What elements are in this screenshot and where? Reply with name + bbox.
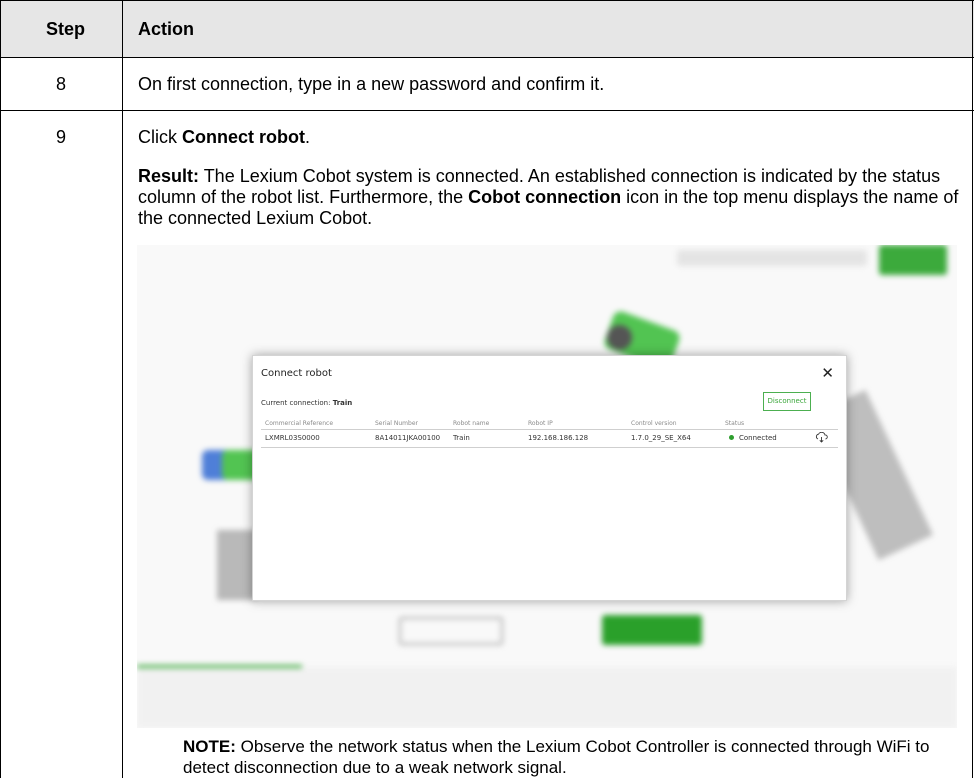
cell-status: Connected [739, 434, 777, 442]
cobot-connection-term: Cobot connection [468, 187, 622, 207]
table-border-right [972, 0, 973, 778]
col-serial-number: Serial Number [375, 420, 418, 427]
header-separator [0, 57, 974, 58]
blurred-active-tab-indicator [137, 665, 302, 668]
col-robot-name: Robot name [453, 420, 490, 427]
note-text: Observe the network status when the Lexi… [183, 737, 930, 777]
current-connection: Current connection: Train [261, 399, 352, 407]
connect-robot-term: Connect robot [182, 127, 305, 147]
col-commercial-reference: Commercial Reference [265, 420, 334, 427]
table-border-top [0, 0, 974, 1]
step-9-instruction: Click Connect robot. [138, 126, 310, 148]
click-prefix: Click [138, 127, 182, 147]
blurred-top-menu [677, 250, 867, 266]
status-dot-icon [729, 435, 734, 440]
cloud-download-icon[interactable] [815, 432, 828, 443]
header-step: Step [46, 19, 86, 39]
blurred-robot-joint [607, 325, 632, 350]
header-action: Action [138, 19, 194, 39]
dialog-title: Connect robot [261, 368, 332, 379]
col-robot-ip: Robot IP [528, 420, 553, 427]
blurred-secondary-button [399, 617, 503, 645]
blurred-left-shape [217, 530, 257, 600]
cell-serial-number: 8A14011JKA00100 [375, 434, 441, 442]
step-9-result: Result: The Lexium Cobot system is conne… [138, 166, 960, 229]
step-number-9: 9 [56, 127, 67, 147]
result-label: Result: [138, 166, 200, 186]
note-label: NOTE: [183, 737, 236, 756]
row-separator [0, 110, 974, 111]
cell-control-version: 1.7.0_29_SE_X64 [631, 434, 691, 442]
blurred-top-button [879, 245, 947, 275]
step-8-action: On first connection, type in a new passw… [138, 74, 605, 94]
header-divider [261, 429, 838, 430]
connect-robot-dialog: Connect robot ✕ Current connection: Trai… [252, 355, 847, 601]
disconnect-button[interactable]: Disconnect [763, 392, 811, 411]
col-control-version: Control version [631, 420, 677, 427]
cell-robot-ip: 192.168.186.128 [528, 434, 589, 442]
click-suffix: . [305, 127, 311, 147]
current-connection-label: Current connection: [261, 399, 331, 407]
row-divider [261, 447, 838, 448]
column-separator [122, 0, 123, 778]
blurred-primary-button [602, 615, 702, 645]
close-icon[interactable]: ✕ [821, 364, 834, 382]
step-number-8: 8 [56, 74, 67, 94]
note: NOTE: Observe the network status when th… [183, 736, 963, 778]
cell-robot-name: Train [453, 434, 470, 442]
col-status: Status [725, 420, 745, 427]
blurred-bottom-bar [137, 667, 957, 728]
table-border-left [0, 0, 1, 778]
current-connection-value: Train [332, 399, 353, 407]
app-screenshot: Connect robot ✕ Current connection: Trai… [137, 245, 957, 728]
cell-commercial-reference: LXMRL03S0000 [265, 434, 320, 442]
